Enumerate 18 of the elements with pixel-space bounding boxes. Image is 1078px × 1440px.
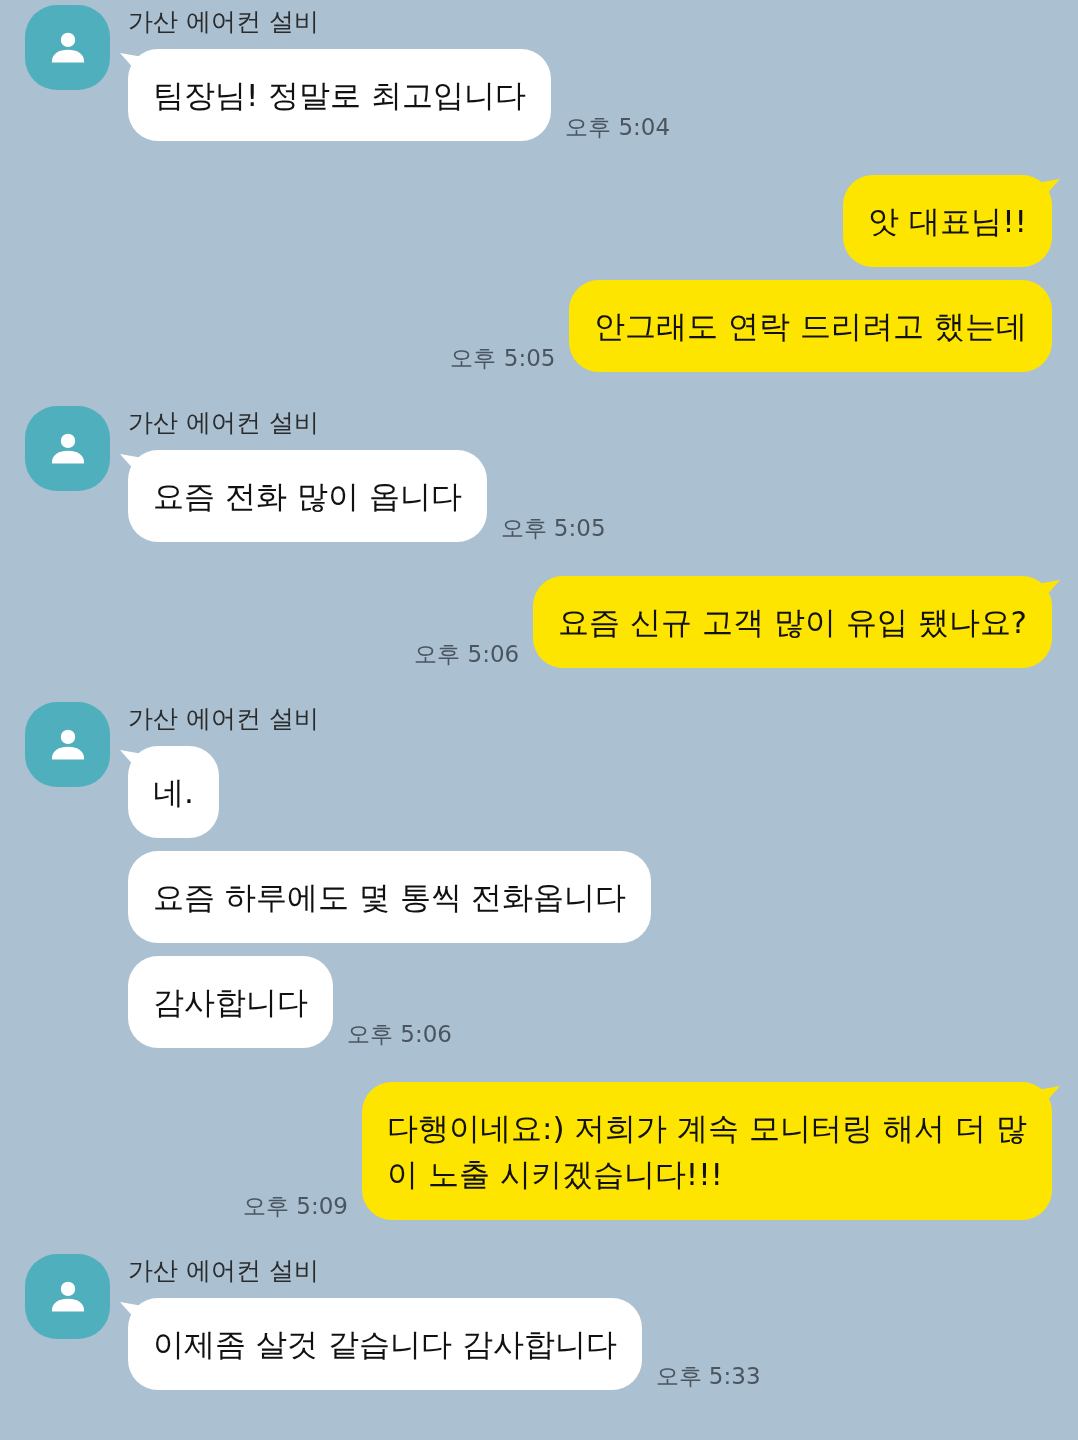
sender-name: 가산 에어컨 설비: [128, 6, 320, 38]
avatar[interactable]: [25, 1254, 110, 1339]
timestamp: 오후 5:05: [450, 344, 556, 373]
message-bubble: 요즘 하루에도 몇 통씩 전화옵니다: [128, 851, 652, 943]
message-bubble: 감사합니다: [128, 956, 333, 1048]
timestamp: 오후 5:09: [243, 1192, 348, 1221]
sender-name: 가산 에어컨 설비: [128, 1255, 320, 1287]
sender-name: 가산 에어컨 설비: [128, 703, 320, 735]
message-bubble: 안그래도 연락 드리려고 했는데: [569, 280, 1052, 372]
timestamp: 오후 5:06: [414, 640, 520, 669]
timestamp: 오후 5:05: [500, 514, 606, 543]
timestamp: 오후 5:06: [347, 1020, 452, 1049]
timestamp: 오후 5:33: [655, 1362, 761, 1391]
timestamp: 오후 5:04: [565, 113, 671, 142]
avatar[interactable]: [25, 5, 110, 90]
sender-name: 가산 에어컨 설비: [128, 407, 320, 439]
avatar[interactable]: [25, 702, 110, 787]
avatar[interactable]: [25, 406, 110, 491]
